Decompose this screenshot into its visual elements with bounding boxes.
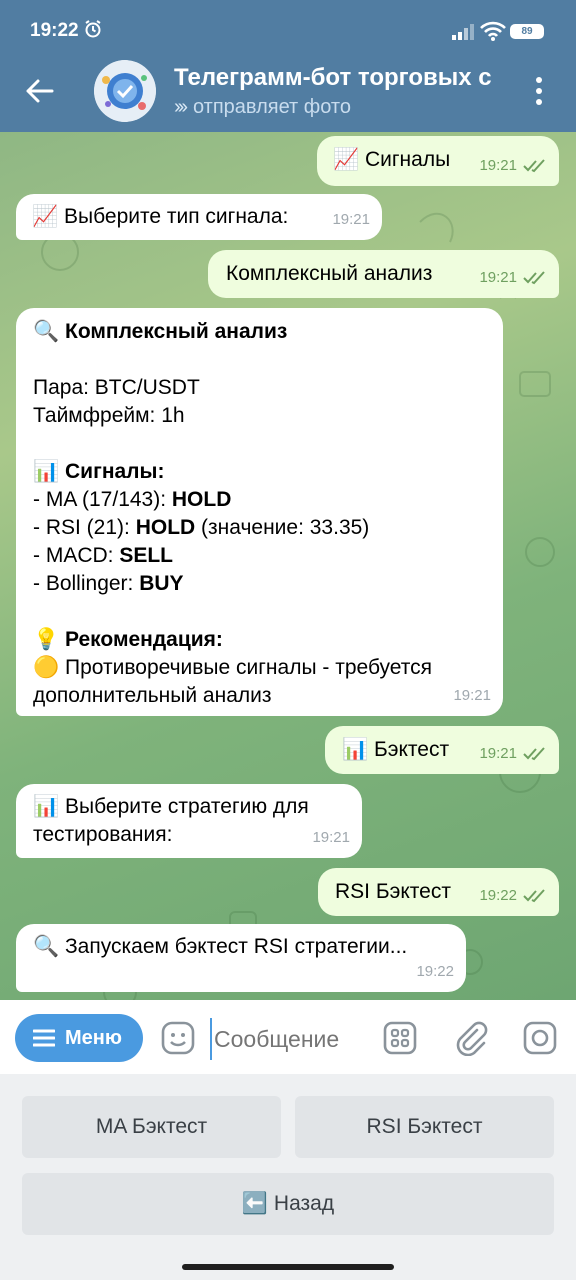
bot-commands-icon[interactable] — [382, 1020, 418, 1056]
message-line: 📊 Выберите стратегию для — [33, 793, 362, 821]
message-meta: 19:21 — [479, 152, 547, 180]
signal-macd: - MACD: SELL — [33, 542, 491, 570]
pair-line: Пара: BTC/USDT — [33, 376, 200, 399]
bar-chart-icon: 📊 — [33, 460, 60, 483]
message-outgoing[interactable]: RSI Бэктест 19:22 — [318, 868, 559, 916]
cellular-signal-icon — [452, 24, 474, 40]
keyboard-button-back[interactable]: ⬅️ Назад — [22, 1173, 554, 1235]
message-analysis[interactable]: 🔍 Комплексный анализ Пара: BTC/USDT Тайм… — [16, 308, 503, 716]
chat-history[interactable]: 📈 Сигналы 19:21 📈 Выберите тип сигнала: … — [0, 132, 576, 1000]
recommendation-heading: Рекомендация: — [65, 628, 223, 651]
signal-value: BUY — [139, 572, 184, 595]
message-outgoing[interactable]: Комплексный анализ 19:21 — [208, 250, 559, 298]
status-bar: 19:22 89 — [0, 0, 576, 60]
chat-status-text: отправляет фото — [192, 96, 351, 118]
signal-label: - Bollinger: — [33, 572, 140, 595]
bot-avatar-icon — [94, 60, 156, 122]
message-time: 19:22 — [416, 963, 454, 980]
message-incoming[interactable]: 🔍 Запускаем бэктест RSI стратегии... 19:… — [16, 924, 466, 992]
home-indicator[interactable] — [182, 1264, 394, 1270]
bot-avatar[interactable] — [94, 60, 156, 122]
message-time: 19:21 — [479, 157, 517, 174]
keyboard-button-rsi-backtest[interactable]: RSI Бэктест — [295, 1096, 554, 1158]
signal-ma: - MA (17/143): HOLD — [33, 486, 491, 514]
typing-indicator-icon: ››› — [174, 96, 188, 118]
message-outgoing[interactable]: 📈 Сигналы 19:21 — [317, 136, 559, 186]
signals-heading-row: 📊 Сигналы: — [33, 458, 491, 486]
camera-icon[interactable] — [522, 1020, 558, 1056]
message-text: RSI Бэктест — [335, 880, 451, 903]
signal-label: - RSI (21): — [33, 516, 136, 539]
bot-menu-label: Меню — [65, 1027, 122, 1049]
double-check-icon — [523, 159, 545, 173]
signal-bollinger: - Bollinger: BUY — [33, 570, 491, 598]
message-text: Выберите тип сигнала: — [64, 205, 289, 228]
signal-detail: (значение: 33.35) — [195, 516, 370, 539]
message-time: 19:21 — [453, 687, 491, 704]
message-text: Сигналы — [365, 148, 451, 171]
message-time: 19:21 — [332, 211, 370, 228]
message-meta: 19:22 — [479, 882, 547, 910]
bot-reply-keyboard: MA Бэктест RSI Бэктест ⬅️ Назад — [0, 1074, 576, 1280]
bar-chart-icon: 📊 — [342, 738, 369, 761]
message-incoming[interactable]: 📈 Выберите тип сигнала: 19:21 — [16, 194, 382, 240]
double-check-icon — [523, 889, 545, 903]
message-meta: 19:21 — [479, 264, 547, 292]
message-outgoing[interactable]: 📊 Бэктест 19:21 — [325, 726, 559, 774]
more-options-icon[interactable] — [534, 76, 544, 106]
timeframe-line: Таймфрейм: 1h — [33, 404, 185, 427]
signal-label: - MA (17/143): — [33, 488, 172, 511]
bar-chart-icon: 📊 — [33, 795, 60, 818]
sticker-icon[interactable] — [160, 1020, 196, 1056]
status-time: 19:22 — [30, 20, 79, 41]
recommendation-text-cont: дополнительный анализ — [33, 684, 272, 707]
message-time: 19:21 — [312, 829, 350, 846]
menu-icon — [33, 1029, 55, 1047]
message-text: Запускаем бэктест RSI стратегии... — [65, 935, 408, 958]
magnifier-icon: 🔍 — [33, 320, 60, 343]
signal-label: - MACD: — [33, 544, 120, 567]
double-check-icon — [523, 747, 545, 761]
signal-value: SELL — [119, 544, 173, 567]
alarm-icon — [85, 20, 101, 38]
back-arrow-icon[interactable] — [24, 76, 54, 106]
signal-value: HOLD — [135, 516, 196, 539]
signals-heading: Сигналы: — [65, 460, 165, 483]
yellow-circle-icon: 🟡 — [33, 656, 60, 679]
keyboard-button-ma-backtest[interactable]: MA Бэктест — [22, 1096, 281, 1158]
battery-indicator: 89 — [510, 24, 544, 39]
message-incoming[interactable]: 📊 Выберите стратегию для тестирования: 1… — [16, 784, 362, 858]
back-label: Назад — [273, 1192, 335, 1215]
signal-rsi: - RSI (21): HOLD (значение: 33.35) — [33, 514, 491, 542]
message-meta: 19:21 — [479, 740, 547, 768]
bot-menu-button[interactable]: Меню — [15, 1014, 143, 1062]
recommendation-text: Противоречивые сигналы - требуется — [65, 656, 433, 679]
message-text: Выберите стратегию для — [65, 795, 309, 818]
attach-icon[interactable] — [452, 1020, 488, 1056]
message-text: Бэктест — [374, 738, 450, 761]
chat-subtitle: ››› отправляет фото — [174, 96, 351, 119]
message-text: Комплексный анализ — [226, 262, 433, 285]
analysis-heading-row: 🔍 Комплексный анализ — [33, 318, 491, 346]
message-time: 19:21 — [479, 269, 517, 286]
signal-value: HOLD — [171, 488, 232, 511]
wifi-icon — [480, 21, 506, 41]
analysis-heading: Комплексный анализ — [65, 320, 288, 343]
double-check-icon — [523, 271, 545, 285]
back-arrow-emoji-icon: ⬅️ — [241, 1192, 269, 1215]
message-input[interactable] — [210, 1018, 376, 1060]
recommendation-heading-row: 💡 Рекомендация: — [33, 626, 491, 654]
chart-increasing-icon: 📈 — [333, 148, 360, 171]
chat-title[interactable]: Телеграмм-бот торговых с — [174, 64, 504, 92]
app-header: 19:22 89 Телеграмм-бот торговых с ››› отп… — [0, 0, 576, 132]
chart-increasing-icon: 📈 — [32, 205, 59, 228]
message-time: 19:21 — [479, 745, 517, 762]
light-bulb-icon: 💡 — [33, 628, 60, 651]
recommendation-line: 🟡 Противоречивые сигналы - требуется — [33, 654, 491, 682]
message-time: 19:22 — [479, 887, 517, 904]
message-composer: Меню — [0, 1000, 576, 1074]
magnifier-icon: 🔍 — [33, 935, 60, 958]
